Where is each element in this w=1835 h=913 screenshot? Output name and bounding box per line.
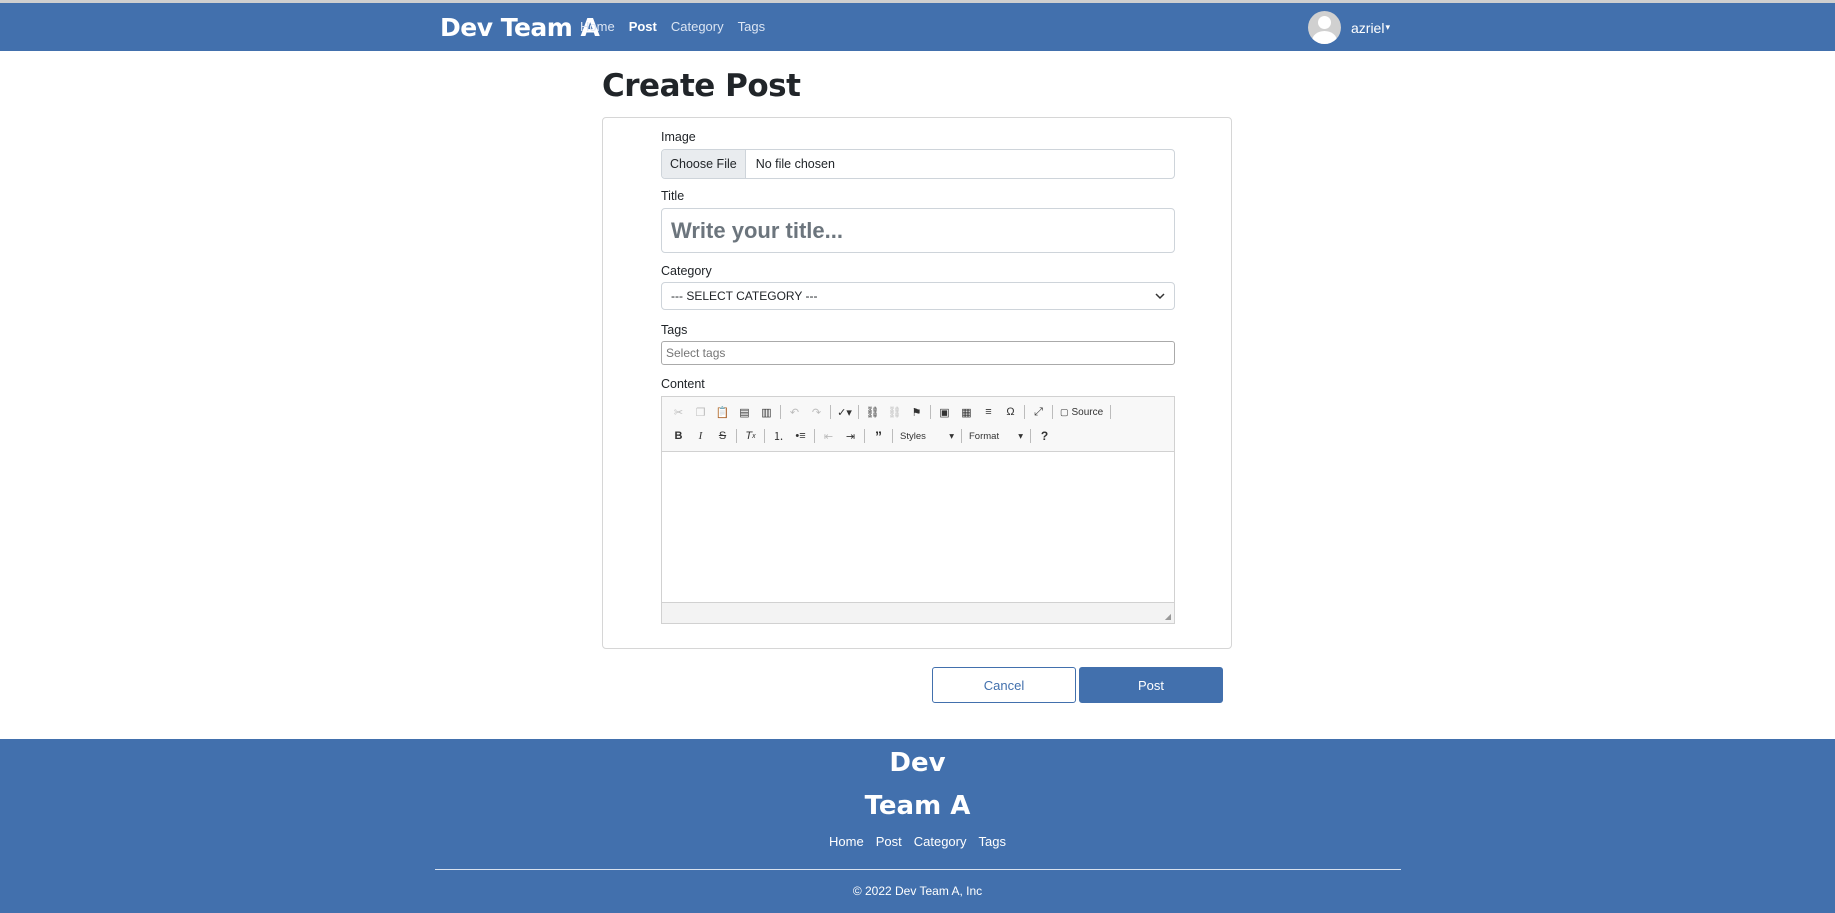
undo-icon[interactable]: ↶ (784, 402, 805, 422)
caret-down-icon[interactable]: ▾ (1385, 22, 1390, 33)
link-icon[interactable]: ⛓ (862, 402, 883, 422)
special-char-icon[interactable]: Ω (1000, 402, 1021, 422)
footer-link-home[interactable]: Home (829, 834, 864, 849)
footer-brand-line1: Dev (889, 748, 946, 778)
horizontal-line-icon[interactable]: ≡ (978, 402, 999, 422)
toolbar-separator (830, 405, 831, 419)
maximize-icon[interactable]: ⤢ (1028, 402, 1049, 422)
indent-icon[interactable]: ⇥ (840, 426, 861, 446)
paste-word-icon[interactable]: ▥ (756, 402, 777, 422)
navbar: Dev Team A Home Post Category Tags azrie… (0, 3, 1835, 51)
chevron-down-icon (1155, 292, 1165, 299)
dropdown-arrow-icon: ▾ (949, 430, 954, 442)
content-label: Content (661, 377, 705, 391)
toolbar-separator (930, 405, 931, 419)
username[interactable]: azriel (1351, 20, 1384, 36)
bold-icon[interactable]: B (668, 426, 689, 446)
editor-status-bar: ◢ (662, 602, 1174, 623)
toolbar-row-2: B I S Tx ⒈ •≡ ⇤ ⇥ ” Styles ▾ Format ▾ ? (668, 424, 1168, 448)
editor-content-area[interactable] (662, 452, 1174, 602)
post-button[interactable]: Post (1079, 667, 1223, 703)
title-input[interactable]: Write your title... (661, 208, 1175, 253)
image-label: Image (661, 130, 696, 144)
nav-post[interactable]: Post (629, 19, 657, 34)
toolbar-separator (1024, 405, 1025, 419)
source-icon: ▢ (1060, 406, 1069, 417)
category-selected-value: --- SELECT CATEGORY --- (671, 289, 818, 303)
source-label: Source (1071, 406, 1104, 418)
copyright: © 2022 Dev Team A, Inc (852, 884, 983, 898)
post-form-card: Image Choose File No file chosen Title W… (602, 117, 1232, 649)
toolbar-separator (736, 429, 737, 443)
footer-brand-line2: Team A (864, 791, 971, 821)
toolbar-separator (961, 429, 962, 443)
styles-dropdown[interactable]: Styles ▾ (896, 431, 958, 442)
italic-icon[interactable]: I (690, 426, 711, 446)
nav-home[interactable]: Home (580, 19, 615, 34)
bulleted-list-icon[interactable]: •≡ (790, 426, 811, 446)
paste-icon[interactable]: 📋 (712, 402, 733, 422)
unlink-icon[interactable]: ⛓ (884, 402, 905, 422)
source-button[interactable]: ▢ Source (1056, 407, 1107, 418)
redo-icon[interactable]: ↷ (806, 402, 827, 422)
spellcheck-icon[interactable]: ✓▾ (834, 402, 855, 422)
toolbar-separator (864, 429, 865, 443)
nav-category[interactable]: Category (671, 19, 724, 34)
nav-tags[interactable]: Tags (738, 19, 765, 34)
toolbar-separator (1030, 429, 1031, 443)
nav-links: Home Post Category Tags (580, 19, 765, 34)
image-file-input[interactable]: Choose File No file chosen (661, 149, 1175, 179)
format-label: Format (969, 430, 1000, 442)
toolbar-separator (764, 429, 765, 443)
footer: Dev Team A Home Post Category Tags © 202… (0, 739, 1835, 913)
page-title: Create Post (602, 68, 801, 104)
title-label: Title (661, 189, 685, 203)
avatar[interactable] (1308, 11, 1341, 44)
copy-icon[interactable]: ❐ (690, 402, 711, 422)
format-dropdown[interactable]: Format ▾ (965, 431, 1027, 442)
toolbar-row-1: ✂ ❐ 📋 ▤ ▥ ↶ ↷ ✓▾ ⛓ ⛓ ⚑ ▣ ▦ ≡ Ω ⤢ ▢ Sourc… (668, 400, 1168, 424)
toolbar-separator (892, 429, 893, 443)
category-label: Category (661, 264, 712, 278)
cut-icon[interactable]: ✂ (668, 402, 689, 422)
strikethrough-icon[interactable]: S (712, 426, 733, 446)
cancel-button[interactable]: Cancel (932, 667, 1076, 703)
table-icon[interactable]: ▦ (956, 402, 977, 422)
image-icon[interactable]: ▣ (934, 402, 955, 422)
anchor-icon[interactable]: ⚑ (906, 402, 927, 422)
toolbar-separator (780, 405, 781, 419)
numbered-list-icon[interactable]: ⒈ (768, 426, 789, 446)
resize-handle-icon[interactable]: ◢ (1165, 612, 1171, 621)
paste-text-icon[interactable]: ▤ (734, 402, 755, 422)
footer-link-post[interactable]: Post (876, 834, 902, 849)
toolbar-separator (1052, 405, 1053, 419)
footer-link-category[interactable]: Category (914, 834, 967, 849)
outdent-icon[interactable]: ⇤ (818, 426, 839, 446)
editor-toolbar: ✂ ❐ 📋 ▤ ▥ ↶ ↷ ✓▾ ⛓ ⛓ ⚑ ▣ ▦ ≡ Ω ⤢ ▢ Sourc… (662, 397, 1174, 452)
styles-label: Styles (900, 430, 926, 442)
file-status: No file chosen (755, 157, 835, 171)
dropdown-arrow-icon: ▾ (1018, 430, 1023, 442)
blockquote-icon[interactable]: ” (868, 426, 889, 446)
category-select[interactable]: --- SELECT CATEGORY --- (661, 282, 1175, 310)
toolbar-separator (858, 405, 859, 419)
choose-file-button[interactable]: Choose File (662, 150, 746, 178)
footer-link-tags[interactable]: Tags (978, 834, 1005, 849)
toolbar-separator (1110, 405, 1112, 419)
rich-text-editor: ✂ ❐ 📋 ▤ ▥ ↶ ↷ ✓▾ ⛓ ⛓ ⚑ ▣ ▦ ≡ Ω ⤢ ▢ Sourc… (661, 396, 1175, 624)
help-icon[interactable]: ? (1034, 426, 1055, 446)
tags-label: Tags (661, 323, 688, 337)
remove-format-icon[interactable]: Tx (740, 426, 761, 446)
tags-input[interactable]: Select tags (661, 341, 1175, 365)
user-menu[interactable]: azriel ▾ (1308, 11, 1390, 44)
footer-links: Home Post Category Tags (0, 834, 1835, 849)
footer-divider (435, 869, 1401, 870)
brand-logo[interactable]: Dev Team A (440, 13, 600, 42)
toolbar-separator (814, 429, 815, 443)
